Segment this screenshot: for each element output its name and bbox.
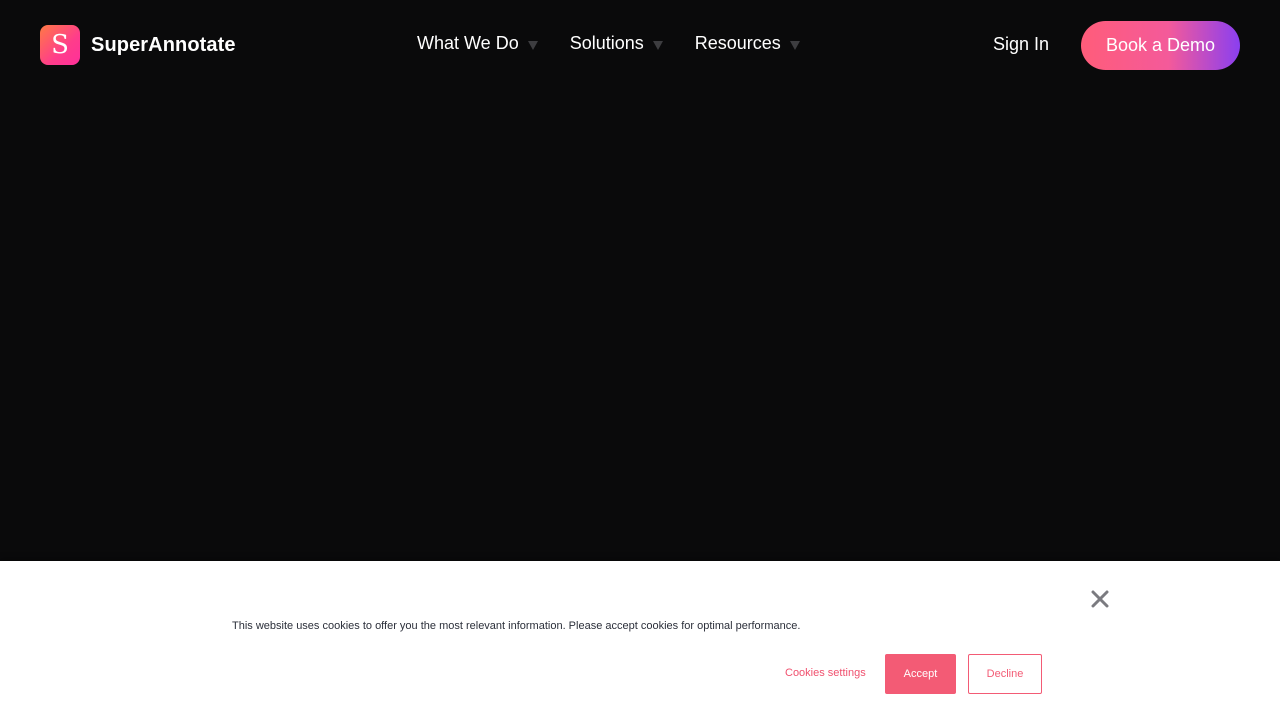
nav-item-what-we-do[interactable]: What We Do [417,33,538,54]
sign-in-link[interactable]: Sign In [993,34,1049,55]
close-banner-button[interactable] [1088,587,1112,611]
logo-letter: S [51,29,69,60]
caret-down-icon [652,41,663,50]
cookies-settings-link[interactable]: Cookies settings [785,667,866,679]
logo-mark-icon: S [40,25,80,65]
main-nav: What We Do Solutions Resources [417,33,800,54]
nav-item-resources[interactable]: Resources [695,33,800,54]
site-header: S SuperAnnotate What We Do Solutions Res… [0,0,1280,92]
caret-down-icon [789,41,800,50]
close-icon [1091,590,1109,608]
cookie-banner: This website uses cookies to offer you t… [0,561,1280,720]
accept-cookies-button[interactable]: Accept [885,654,956,694]
caret-down-icon [527,41,538,50]
logo-text: SuperAnnotate [91,33,236,56]
nav-item-label: Resources [694,33,781,53]
cookie-message: This website uses cookies to offer you t… [232,620,801,632]
logo-link[interactable]: S SuperAnnotate [40,25,236,65]
decline-cookies-button[interactable]: Decline [968,654,1042,694]
nav-item-solutions[interactable]: Solutions [570,33,663,54]
page: S SuperAnnotate What We Do Solutions Res… [0,0,1280,720]
nav-item-label: Solutions [569,33,644,53]
nav-item-label: What We Do [417,33,519,53]
book-demo-button[interactable]: Book a Demo [1081,21,1240,70]
